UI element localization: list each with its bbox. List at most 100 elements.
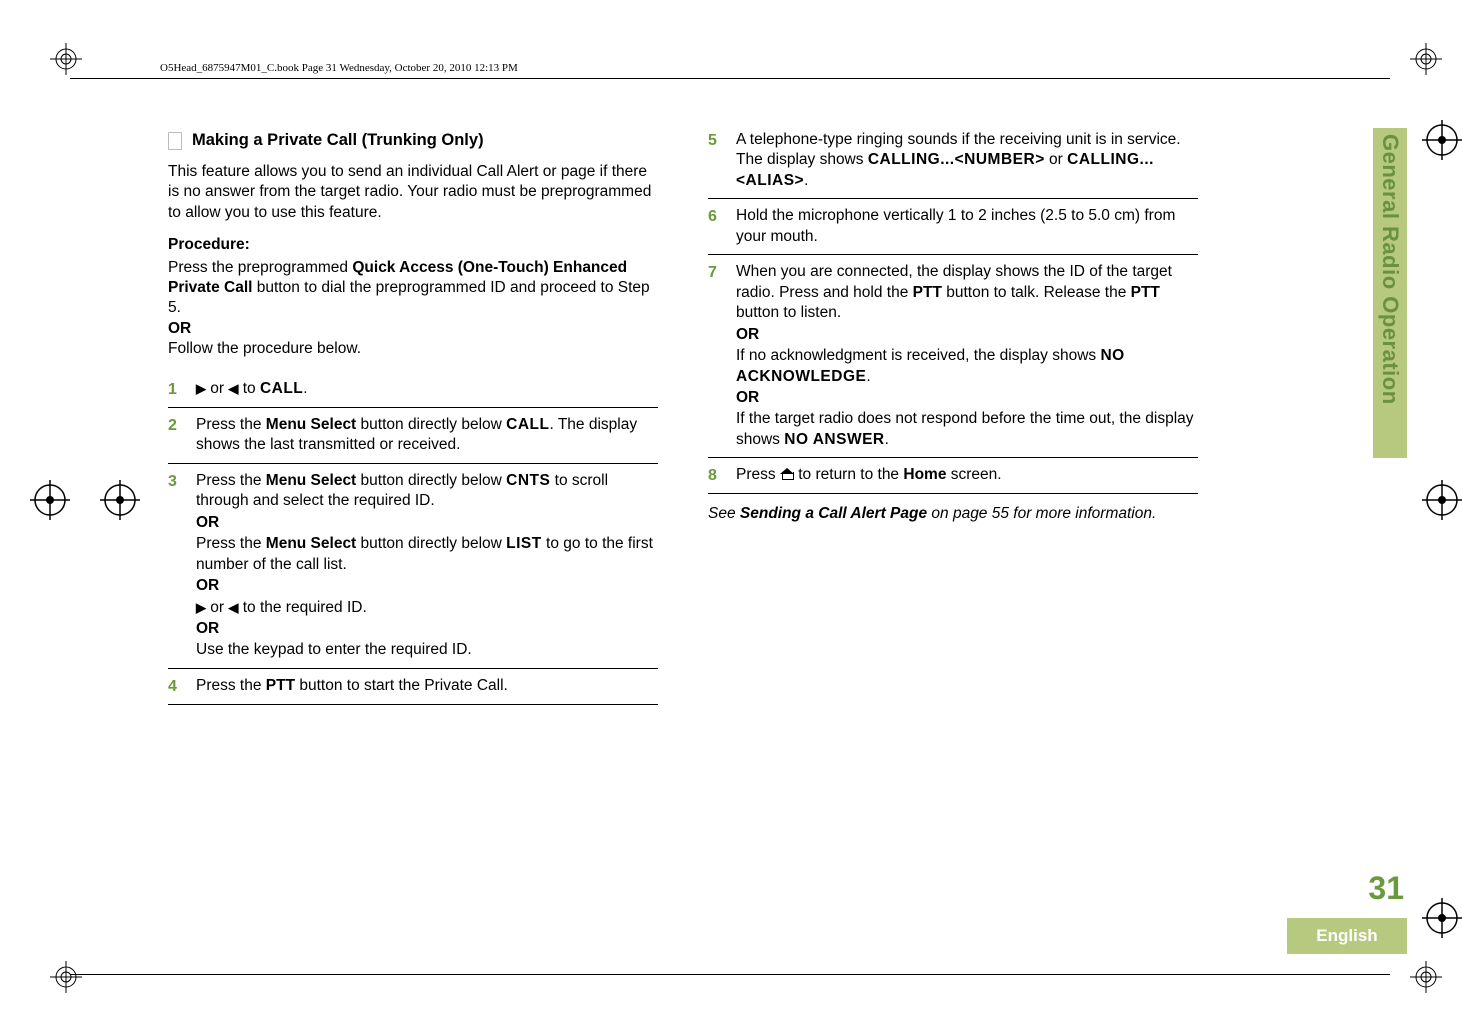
divider bbox=[708, 493, 1198, 494]
display-text: CALL bbox=[260, 380, 303, 397]
step-body: ▶ or ◀ to CALL. bbox=[196, 379, 658, 399]
registration-mark-icon bbox=[1410, 961, 1442, 993]
crosshair-icon bbox=[1422, 898, 1462, 938]
step-body: Press the Menu Select button directly be… bbox=[196, 415, 658, 456]
crosshair-icon bbox=[1422, 120, 1462, 160]
procedure-label: Procedure: bbox=[168, 235, 658, 255]
step-body: Press to return to the Home screen. bbox=[736, 465, 1198, 485]
left-arrow-icon: ◀ bbox=[228, 381, 238, 396]
text: If no acknowledgment is received, the di… bbox=[736, 347, 1100, 364]
text: Press the preprogrammed bbox=[168, 259, 352, 276]
crop-line bbox=[70, 78, 1390, 79]
or-label: OR bbox=[736, 388, 1198, 408]
text: Menu Select bbox=[266, 472, 356, 489]
text: . bbox=[804, 172, 808, 189]
right-arrow-icon: ▶ bbox=[196, 600, 206, 615]
text: button to listen. bbox=[736, 304, 841, 321]
text: Sending a Call Alert Page bbox=[740, 505, 927, 522]
text: button directly below bbox=[356, 535, 506, 552]
right-arrow-icon: ▶ bbox=[196, 381, 206, 396]
text: PTT bbox=[266, 677, 295, 694]
step-3: 3 Press the Menu Select button directly … bbox=[168, 464, 658, 668]
step-body: Hold the microphone vertically 1 to 2 in… bbox=[736, 206, 1198, 247]
text: button to talk. Release the bbox=[942, 284, 1131, 301]
step-number: 2 bbox=[168, 415, 182, 436]
step-body: Press the PTT button to start the Privat… bbox=[196, 676, 658, 696]
registration-mark-icon bbox=[50, 961, 82, 993]
step-number: 4 bbox=[168, 676, 182, 697]
text: to bbox=[238, 380, 260, 397]
pre-step-text: Press the preprogrammed Quick Access (On… bbox=[168, 258, 658, 360]
text: Home bbox=[903, 466, 946, 483]
text: button directly below bbox=[356, 472, 506, 489]
or-label: OR bbox=[196, 619, 658, 639]
display-text: NO ANSWER bbox=[784, 431, 884, 448]
text: . bbox=[885, 431, 889, 448]
or-label: OR bbox=[736, 325, 1198, 345]
registration-mark-icon bbox=[50, 43, 82, 75]
text: Press the bbox=[196, 677, 266, 694]
step-body: Press the Menu Select button directly be… bbox=[196, 471, 658, 661]
page-content: Making a Private Call (Trunking Only) Th… bbox=[168, 130, 1198, 705]
text: or bbox=[206, 599, 228, 616]
display-text: CALLING...<NUMBER> bbox=[868, 151, 1045, 168]
text: to the required ID. bbox=[238, 599, 366, 616]
intro-text: This feature allows you to send an indiv… bbox=[168, 162, 658, 223]
registration-mark-icon bbox=[1410, 43, 1442, 75]
text: Press the bbox=[196, 535, 266, 552]
language-label: English bbox=[1316, 926, 1377, 946]
or-label: OR bbox=[196, 513, 658, 533]
text: Press the bbox=[196, 416, 266, 433]
left-column: Making a Private Call (Trunking Only) Th… bbox=[168, 130, 658, 705]
text: Menu Select bbox=[266, 535, 356, 552]
crosshair-icon bbox=[1422, 480, 1462, 520]
section-title: Making a Private Call (Trunking Only) bbox=[192, 130, 484, 152]
step-number: 1 bbox=[168, 379, 182, 400]
language-tab: English bbox=[1287, 918, 1407, 954]
home-icon bbox=[780, 468, 794, 480]
text: Press bbox=[736, 466, 780, 483]
text: button to start the Private Call. bbox=[295, 677, 508, 694]
step-4: 4 Press the PTT button to start the Priv… bbox=[168, 669, 658, 704]
crosshair-icon bbox=[30, 480, 70, 520]
right-column: 5 A telephone-type ringing sounds if the… bbox=[708, 130, 1198, 705]
step-7: 7 When you are connected, the display sh… bbox=[708, 255, 1198, 457]
text: on page 55 for more information. bbox=[927, 505, 1156, 522]
step-number: 8 bbox=[708, 465, 722, 486]
side-tab-label: General Radio Operation bbox=[1377, 134, 1403, 454]
text: See bbox=[708, 505, 740, 522]
footer-note: See Sending a Call Alert Page on page 55… bbox=[708, 504, 1198, 524]
text: screen. bbox=[946, 466, 1001, 483]
text: to return to the bbox=[794, 466, 903, 483]
display-text: CNTS bbox=[506, 472, 550, 489]
document-icon bbox=[168, 132, 182, 150]
page-number: 31 bbox=[1368, 870, 1404, 907]
text: or bbox=[1045, 151, 1067, 168]
step-number: 3 bbox=[168, 471, 182, 492]
step-6: 6 Hold the microphone vertically 1 to 2 … bbox=[708, 199, 1198, 254]
running-header: O5Head_6875947M01_C.book Page 31 Wednesd… bbox=[160, 62, 518, 74]
crosshair-icon bbox=[100, 480, 140, 520]
step-number: 7 bbox=[708, 262, 722, 283]
step-1: 1 ▶ or ◀ to CALL. bbox=[168, 372, 658, 407]
text: or bbox=[206, 380, 228, 397]
or-label: OR bbox=[196, 576, 658, 596]
text: PTT bbox=[913, 284, 942, 301]
display-text: CALL bbox=[506, 416, 549, 433]
text: Use the keypad to enter the required ID. bbox=[196, 641, 472, 658]
step-5: 5 A telephone-type ringing sounds if the… bbox=[708, 130, 1198, 198]
text: Menu Select bbox=[266, 416, 356, 433]
step-body: A telephone-type ringing sounds if the r… bbox=[736, 130, 1198, 191]
left-arrow-icon: ◀ bbox=[228, 600, 238, 615]
text: button directly below bbox=[356, 416, 506, 433]
text: PTT bbox=[1131, 284, 1160, 301]
step-2: 2 Press the Menu Select button directly … bbox=[168, 408, 658, 463]
step-8: 8 Press to return to the Home screen. bbox=[708, 458, 1198, 493]
text: Press the bbox=[196, 472, 266, 489]
text: Follow the procedure below. bbox=[168, 340, 361, 357]
or-label: OR bbox=[168, 320, 191, 337]
step-body: When you are connected, the display show… bbox=[736, 262, 1198, 450]
step-number: 6 bbox=[708, 206, 722, 227]
text: . bbox=[866, 368, 870, 385]
display-text: LIST bbox=[506, 535, 542, 552]
